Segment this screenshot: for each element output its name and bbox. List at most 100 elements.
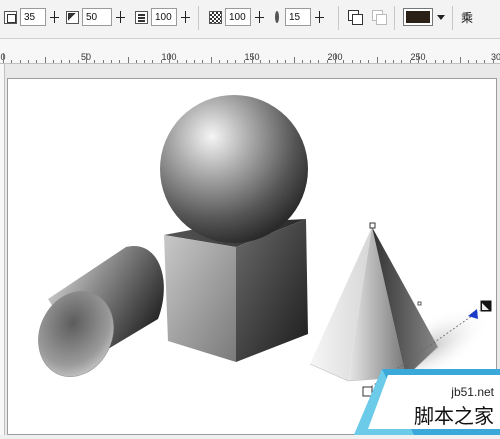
copy-shadow-group <box>348 7 387 27</box>
shadow-transparency-spinner[interactable] <box>253 8 267 26</box>
ruler-tick <box>335 53 336 63</box>
ruler-tick <box>127 57 129 63</box>
cylinder-shape[interactable] <box>25 245 164 389</box>
shadow-offset-x-control: 35 <box>4 7 62 27</box>
shadow-color-picker[interactable] <box>403 7 446 27</box>
ruler-tick <box>384 60 386 63</box>
merge-mode-label[interactable]: 乘 <box>461 9 473 26</box>
ruler-tick <box>152 60 154 63</box>
shadow-offset-y-icon <box>66 10 79 24</box>
ruler-tick <box>442 60 444 63</box>
ruler-tick <box>492 60 494 63</box>
ruler-tick <box>210 57 212 63</box>
transparency-checker-icon <box>209 10 222 24</box>
ruler-tick <box>434 60 436 63</box>
horizontal-ruler: 0 50 100 150 200 250 30 <box>0 39 500 64</box>
selection-handle[interactable] <box>417 301 422 306</box>
ruler-tick <box>218 60 220 63</box>
drawing-canvas[interactable]: jb51.net 脚本之家 <box>5 64 500 435</box>
ruler-tick <box>44 57 46 63</box>
ruler-tick <box>260 60 262 63</box>
shadow-offset-x-spinner[interactable] <box>48 8 62 26</box>
shadow-angle-input[interactable]: 100 <box>151 8 177 26</box>
ruler-tick <box>401 60 403 63</box>
ruler-tick <box>285 60 287 63</box>
ruler-tick <box>52 60 54 63</box>
shadow-feather-spinner[interactable] <box>313 8 327 26</box>
ruler-tick <box>484 60 486 63</box>
watermark: jb51.net 脚本之家 <box>354 369 500 435</box>
ruler-tick <box>86 53 87 63</box>
ruler-tick <box>268 60 270 63</box>
ruler-tick <box>169 53 170 63</box>
ruler-tick <box>19 60 21 63</box>
ruler-tick <box>393 60 395 63</box>
ruler-tick <box>177 60 179 63</box>
ruler-tick <box>351 60 353 63</box>
ruler-tick <box>368 60 370 63</box>
ruler-tick <box>459 57 461 63</box>
toolbar-separator <box>394 6 395 30</box>
ruler-tick <box>326 60 328 63</box>
ruler-tick <box>202 60 204 63</box>
toolbar-separator <box>452 6 453 30</box>
ruler-tick <box>94 60 96 63</box>
ruler-tick <box>227 60 229 63</box>
watermark-name: 脚本之家 <box>414 404 494 428</box>
ruler-tick <box>476 60 478 63</box>
ruler-tick <box>235 60 237 63</box>
shadow-feather-control: 15 <box>272 7 327 27</box>
sphere-shape[interactable] <box>160 95 308 243</box>
ruler-tick <box>110 60 112 63</box>
ruler-tick <box>418 53 419 63</box>
ruler-tick <box>135 60 137 63</box>
ruler-tick <box>11 60 13 63</box>
shadow-offset-y-control: 50 <box>66 7 128 27</box>
ruler-tick <box>193 60 195 63</box>
ruler-tick <box>426 60 428 63</box>
ruler-tick <box>451 60 453 63</box>
ruler-tick <box>359 60 361 63</box>
ruler-tick <box>318 60 320 63</box>
ruler-tick <box>467 60 469 63</box>
shadow-opacity-control: 100 <box>135 7 193 27</box>
ruler-tick <box>276 60 278 63</box>
copy-shadow-icon[interactable] <box>348 10 363 25</box>
shadow-transparency-input[interactable]: 100 <box>225 8 251 26</box>
ruler-tick <box>293 57 295 63</box>
ruler-tick <box>409 60 411 63</box>
shadow-offset-y-spinner[interactable] <box>114 8 128 26</box>
ruler-tick <box>144 60 146 63</box>
shadow-feather-input[interactable]: 15 <box>285 8 311 26</box>
ruler-tick <box>310 60 312 63</box>
toolbar-separator <box>338 6 339 30</box>
ruler-tick <box>61 60 63 63</box>
shadow-end-handle[interactable] <box>479 299 493 313</box>
shadow-offset-y-input[interactable]: 50 <box>82 8 112 26</box>
ruler-tick <box>3 53 4 63</box>
ruler-tick <box>102 60 104 63</box>
ruler-tick <box>160 60 162 63</box>
clear-shadow-icon[interactable] <box>372 10 387 25</box>
shadow-offset-x-input[interactable]: 35 <box>20 8 46 26</box>
property-bar: 35 50 100 100 15 乘 <box>0 0 500 39</box>
ruler-tick <box>343 60 345 63</box>
ruler-tick <box>119 60 121 63</box>
selection-handle[interactable] <box>369 222 376 229</box>
feather-icon <box>272 10 282 24</box>
shadow-transparency-control: 100 <box>209 7 267 27</box>
ruler-tick <box>77 60 79 63</box>
ruler-tick <box>243 60 245 63</box>
ruler-tick <box>69 60 71 63</box>
merge-mode-select[interactable]: 乘 <box>461 7 473 27</box>
ruler-tick <box>185 60 187 63</box>
ruler-tick <box>301 60 303 63</box>
ruler-tick <box>27 60 29 63</box>
shadow-color-swatch[interactable] <box>403 8 433 26</box>
shadow-angle-spinner[interactable] <box>179 8 193 26</box>
ruler-tick <box>376 57 378 63</box>
watermark-url: jb51.net <box>451 385 494 399</box>
chevron-down-icon[interactable] <box>436 8 446 26</box>
ruler-tick <box>252 53 253 63</box>
ruler-tick <box>36 60 38 63</box>
